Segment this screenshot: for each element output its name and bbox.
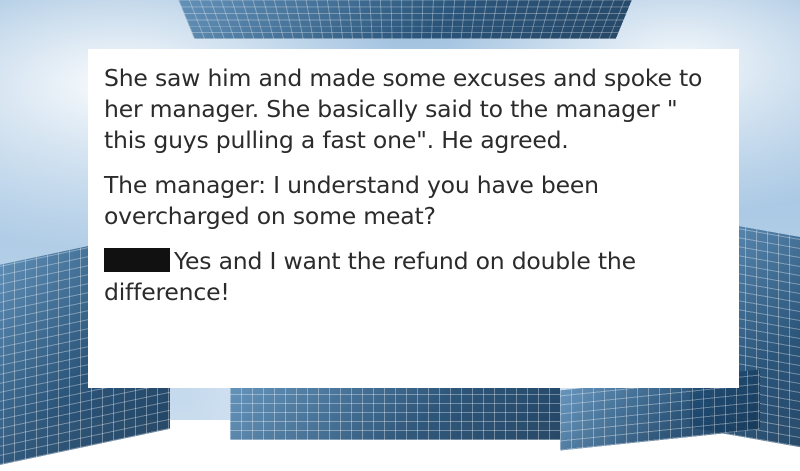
skyscraper-top	[170, 0, 640, 39]
redacted-username	[104, 248, 170, 272]
story-paragraph-3: Yes and I want the refund on double the …	[104, 246, 721, 308]
text-card: She saw him and made some excuses and sp…	[88, 49, 739, 388]
story-paragraph-2: The manager: I understand you have been …	[104, 171, 599, 230]
reply-text: Yes and I want the refund on double the …	[104, 247, 636, 306]
story-paragraph-1: She saw him and made some excuses and sp…	[104, 64, 703, 154]
skyscraper-bottom	[230, 380, 560, 440]
